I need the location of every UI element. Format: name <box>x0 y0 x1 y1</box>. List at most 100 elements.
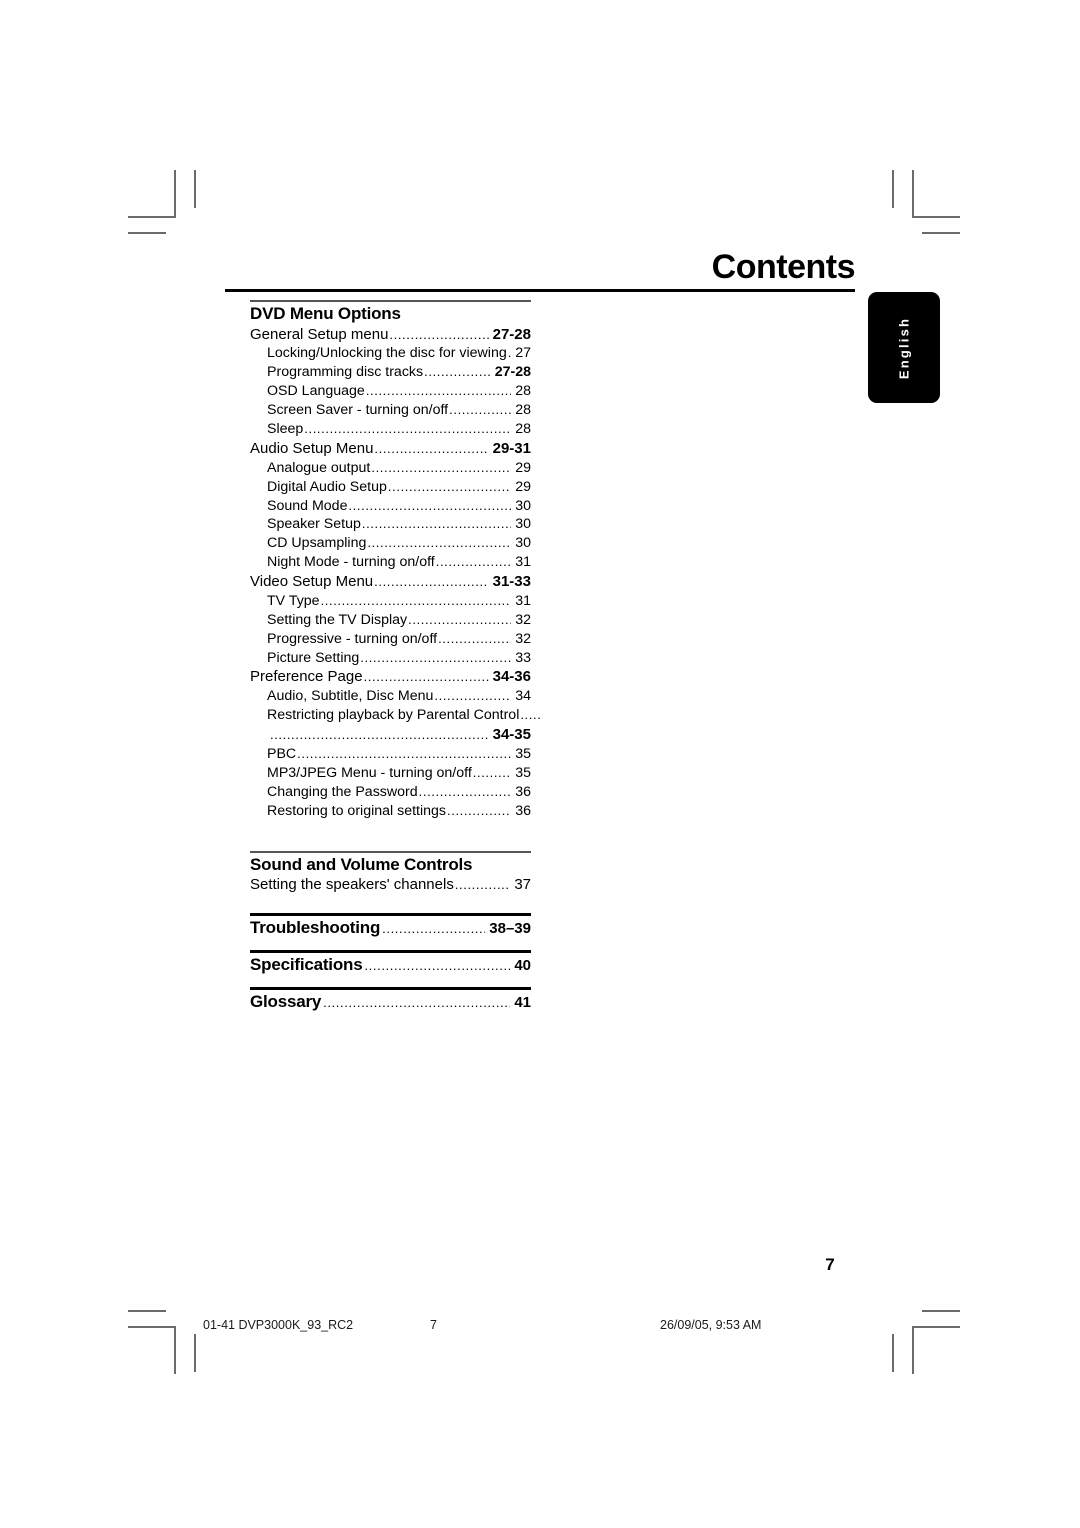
crop-corner-horizontal <box>912 216 960 218</box>
toc-leader-dots: ........................................… <box>382 921 485 937</box>
toc-entry-page: 28 <box>515 383 531 400</box>
toc-entry[interactable]: Audio, Subtitle, Disc Menu .............… <box>250 687 531 706</box>
crop-tick-vertical <box>892 170 894 208</box>
toc-leader-dots: ........................................… <box>361 516 511 532</box>
toc-entry-label: Sound Mode <box>267 497 348 514</box>
toc-entry-page: 28 <box>515 402 531 419</box>
toc-entry-page: 29 <box>515 478 531 495</box>
toc-big-entry[interactable]: Specifications .........................… <box>250 955 531 975</box>
crop-mark-top-right <box>892 170 972 240</box>
toc-entry[interactable]: Locking/Unlocking the disc for viewing .… <box>250 344 531 363</box>
toc-big-entry[interactable]: Troubleshooting ........................… <box>250 918 531 938</box>
toc-leader-dots: ........................................… <box>387 478 511 494</box>
page-number: 7 <box>825 1255 835 1274</box>
toc-big-entry-label: Specifications <box>250 955 363 975</box>
toc-leader-dots: ........................................… <box>367 535 511 551</box>
toc-entry[interactable]: Sound Mode .............................… <box>250 497 531 516</box>
toc-leader-dots: ........................................… <box>360 649 511 665</box>
toc-entry[interactable]: Video Setup Menu .......................… <box>250 572 531 592</box>
toc-entry[interactable]: Analogue output ........................… <box>250 459 531 478</box>
toc-entry[interactable]: MP3/JPEG Menu - turning on/off .........… <box>250 764 531 783</box>
toc-section-rule <box>250 913 531 917</box>
toc-entry-label: Digital Audio Setup <box>267 478 387 495</box>
toc-leader-dots: ........................................… <box>323 995 510 1011</box>
toc-entry[interactable]: OSD Language ...........................… <box>250 382 531 401</box>
toc-entry-page: 29-31 <box>492 439 531 457</box>
footer-page-number: 7 <box>430 1318 437 1332</box>
toc-entry-page: 34-35 <box>492 726 531 744</box>
toc-section-sound-and-volume-controls: Sound and Volume Controls Setting the spe… <box>250 850 531 895</box>
toc-entry[interactable]: Picture Setting ........................… <box>250 649 531 668</box>
toc-entry[interactable]: Setting the speakers' channels .........… <box>250 875 531 895</box>
toc-entry[interactable]: General Setup menu .....................… <box>250 325 531 345</box>
crop-corner-vertical <box>174 170 176 218</box>
toc-entry[interactable]: Restricting playback by Parental Control… <box>250 706 541 725</box>
toc-entry[interactable]: Changing the Password ..................… <box>250 783 531 802</box>
toc-entry[interactable]: PBC ....................................… <box>250 745 531 764</box>
crop-tick-horizontal <box>922 1310 960 1312</box>
toc-section-rule <box>250 300 531 302</box>
toc-entry[interactable]: Audio Setup Menu .......................… <box>250 439 531 459</box>
toc-section-specifications: Specifications .........................… <box>250 950 531 975</box>
toc-entry-label: Screen Saver - turning on/off <box>267 402 449 419</box>
toc-section-dvd-menu-options: DVD Menu Options General Setup menu .....… <box>250 300 541 821</box>
toc-entry-label: MP3/JPEG Menu - turning on/off <box>267 764 472 781</box>
toc-entry[interactable]: Screen Saver - turning on/off ..........… <box>250 401 531 420</box>
toc-leader-dots: ........................................… <box>374 574 488 590</box>
toc-entry[interactable]: Preference Page ........................… <box>250 667 531 687</box>
crop-mark-bottom-left <box>128 1298 208 1374</box>
toc-leader-dots: ........................................… <box>508 344 511 361</box>
toc-leader-dots: ........................................… <box>270 727 489 743</box>
toc-entry-page: 31 <box>515 554 531 571</box>
toc-entry[interactable]: Speaker Setup ..........................… <box>250 515 531 534</box>
toc-entry-page: 30 <box>515 497 531 514</box>
toc-big-entry-label: Glossary <box>250 992 322 1012</box>
toc-entry-label: OSD Language <box>267 383 365 400</box>
toc-entry-label: Audio, Subtitle, Disc Menu <box>267 688 434 705</box>
toc-entry-page: 36 <box>515 802 531 819</box>
crop-corner-vertical <box>912 170 914 218</box>
toc-big-entry[interactable]: Glossary ...............................… <box>250 992 531 1012</box>
toc-entry-label: General Setup menu <box>250 325 389 343</box>
language-tab-english: English <box>868 292 940 403</box>
toc-big-entry-page: 41 <box>514 994 531 1012</box>
toc-entry-page: 35 <box>515 746 531 763</box>
toc-entry-label: Analogue output <box>267 459 371 476</box>
toc-entry[interactable]: Digital Audio Setup ....................… <box>250 478 531 497</box>
toc-entry[interactable]: Programming disc tracks ................… <box>250 363 531 382</box>
toc-entry-label: Restricting playback by Parental Control <box>267 707 520 724</box>
toc-entry-page: 34 <box>515 688 531 705</box>
toc-entry-label: Programming disc tracks <box>267 364 424 381</box>
toc-entry[interactable]: Restoring to original settings .........… <box>250 802 531 821</box>
crop-corner-vertical <box>174 1326 176 1374</box>
toc-entry[interactable]: Sleep ..................................… <box>250 420 531 439</box>
toc-entry-page: 31-33 <box>492 573 531 591</box>
crop-mark-top-left <box>128 170 208 240</box>
toc-entry[interactable]: Progressive - turning on/off ...........… <box>250 630 531 649</box>
footer-filename: 01-41 DVP3000K_93_RC2 <box>203 1318 354 1332</box>
toc-entry[interactable]: Setting the TV Display .................… <box>250 611 531 630</box>
toc-big-entry-page: 38–39 <box>489 920 531 938</box>
toc-entry-page: 36 <box>515 783 531 800</box>
toc-entry[interactable]: CD Upsampling ..........................… <box>250 534 531 553</box>
crop-tick-horizontal <box>922 232 960 234</box>
toc-entry-label: Video Setup Menu <box>250 573 374 591</box>
toc-leader-dots: ........................................… <box>364 958 510 974</box>
toc-entry-label: Restoring to original settings <box>267 802 447 819</box>
toc-leader-dots: ........................................… <box>472 764 511 780</box>
footer-timestamp: 26/09/05, 9:53 AM <box>660 1318 762 1332</box>
crop-tick-vertical <box>194 1334 196 1372</box>
toc-section-glossary: Glossary ...............................… <box>250 987 531 1012</box>
toc-entry-label: Setting the speakers' channels <box>250 876 454 894</box>
toc-section-title[interactable]: DVD Menu Options <box>250 304 531 324</box>
toc-entry-label: TV Type <box>267 592 320 609</box>
toc-leader-dots: ........................................… <box>408 611 511 627</box>
toc-entry-page: 30 <box>515 516 531 533</box>
toc-entry[interactable]: Night Mode - turning on/off ............… <box>250 553 531 572</box>
toc-entry[interactable]: ........................................… <box>250 725 531 745</box>
toc-section-title[interactable]: Sound and Volume Controls <box>250 855 531 875</box>
toc-entry[interactable]: TV Type ................................… <box>250 592 531 611</box>
